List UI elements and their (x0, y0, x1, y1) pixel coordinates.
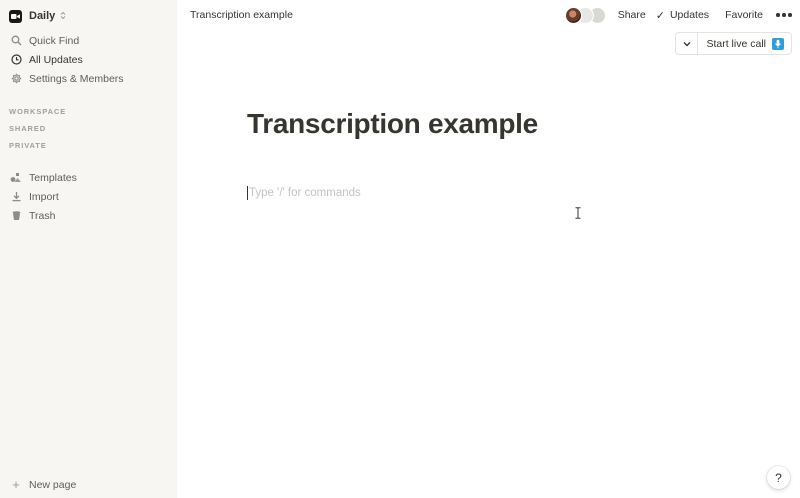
chevron-updown-icon (60, 11, 66, 22)
microphone-icon (772, 37, 784, 50)
sidebar-item-import[interactable]: Import (0, 187, 177, 206)
avatar (564, 6, 582, 24)
section-private[interactable]: PRIVATE (9, 141, 47, 150)
page-body-input[interactable]: Type '/' for commands (247, 186, 361, 200)
collaborator-avatars[interactable] (564, 6, 606, 24)
start-live-call-button[interactable]: Start live call (698, 33, 791, 54)
sidebar-item-trash[interactable]: Trash (0, 206, 177, 225)
share-button[interactable]: Share (618, 9, 646, 21)
workspace-logo-icon (9, 9, 22, 23)
text-cursor-icon (575, 207, 581, 221)
new-page-label: New page (29, 478, 77, 491)
breadcrumb[interactable]: Transcription example (190, 9, 293, 21)
updates-button[interactable]: ✓ Updates (656, 9, 709, 22)
chevron-down-icon (683, 41, 691, 46)
sidebar-item-label: Templates (29, 171, 77, 184)
sidebar-item-label: All Updates (29, 53, 83, 66)
search-icon (10, 35, 22, 47)
gear-icon (10, 73, 22, 85)
page-content: Transcription example Share ✓ Updates Fa… (177, 0, 800, 498)
page-title[interactable]: Transcription example (247, 108, 538, 140)
new-page-button[interactable]: + New page (0, 475, 177, 494)
topbar-actions: Share ✓ Updates Favorite (564, 5, 800, 25)
help-button[interactable]: ? (767, 466, 790, 489)
app-window: Daily Quick Find All Updates Settings & … (0, 0, 800, 498)
sidebar-item-label: Trash (29, 209, 56, 222)
sidebar-item-all-updates[interactable]: All Updates (0, 50, 177, 69)
check-icon: ✓ (655, 9, 665, 22)
sidebar-item-label: Import (29, 190, 59, 203)
start-live-call-label: Start live call (706, 37, 766, 50)
sidebar-item-label: Settings & Members (29, 72, 124, 85)
updates-label: Updates (669, 9, 710, 21)
live-call-dropdown-button[interactable] (676, 33, 699, 54)
trash-icon (10, 210, 22, 222)
sidebar-item-settings[interactable]: Settings & Members (0, 69, 177, 88)
workspace-name: Daily (29, 10, 56, 22)
more-options-icon[interactable] (773, 5, 795, 25)
sidebar: Daily Quick Find All Updates Settings & … (0, 0, 177, 498)
section-shared[interactable]: SHARED (9, 124, 46, 133)
favorite-button[interactable]: Favorite (725, 9, 763, 21)
clock-icon (10, 54, 22, 66)
sidebar-item-label: Quick Find (29, 34, 80, 47)
sidebar-item-quick-find[interactable]: Quick Find (0, 31, 177, 50)
workspace-switcher[interactable]: Daily (9, 7, 66, 25)
live-call-control: Start live call (675, 32, 792, 55)
download-icon (10, 191, 22, 203)
plus-icon: + (12, 477, 20, 492)
sidebar-item-templates[interactable]: Templates (0, 168, 177, 187)
section-workspace[interactable]: WORKSPACE (9, 107, 66, 116)
shapes-icon (10, 172, 22, 184)
